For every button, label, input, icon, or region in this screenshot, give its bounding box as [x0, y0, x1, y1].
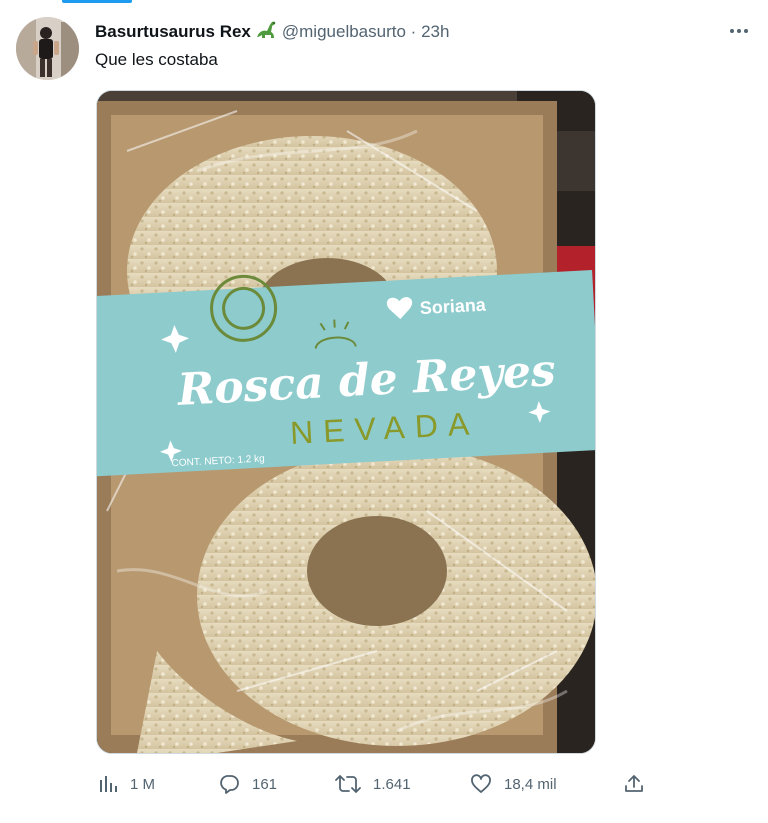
active-indicator	[62, 0, 132, 3]
more-horizontal-icon	[730, 29, 748, 33]
author-name[interactable]: Basurtusaurus Rex	[95, 22, 251, 41]
rosca-photo: Soriana Rosca de Reyes NEVADA CONT. NETO…	[97, 91, 595, 753]
heart-icon	[471, 774, 491, 793]
reply-button[interactable]: 161	[218, 768, 277, 800]
views-button[interactable]: 1 M	[98, 768, 155, 800]
more-options-button[interactable]	[726, 18, 752, 44]
sauropod-icon	[256, 20, 278, 47]
like-button[interactable]: 18,4 mil	[470, 768, 557, 800]
reply-icon	[220, 775, 239, 794]
share-icon	[625, 775, 643, 792]
tweet-time[interactable]: 23h	[421, 22, 449, 41]
reply-count: 161	[252, 775, 278, 793]
tweet-photo[interactable]: Soriana Rosca de Reyes NEVADA CONT. NETO…	[96, 90, 596, 754]
views-count: 1 M	[130, 775, 156, 793]
separator-dot: ·	[410, 22, 417, 41]
label-brand: Soriana	[419, 295, 487, 318]
like-count: 18,4 mil	[504, 775, 557, 793]
tweet-actions: 1 M 161 1.641 18,4 mil	[96, 768, 656, 800]
views-icon	[100, 776, 117, 792]
retweet-icon	[335, 775, 361, 793]
author-avatar[interactable]	[16, 17, 79, 80]
tweet-text: Que les costaba	[95, 50, 218, 69]
tweet-header: Basurtusaurus Rex @miguelbasurto · 23h	[95, 20, 698, 44]
author-handle[interactable]: @miguelbasurto	[282, 22, 406, 41]
retweet-button[interactable]: 1.641	[335, 768, 411, 800]
share-button[interactable]	[623, 768, 645, 800]
retweet-count: 1.641	[373, 775, 411, 793]
